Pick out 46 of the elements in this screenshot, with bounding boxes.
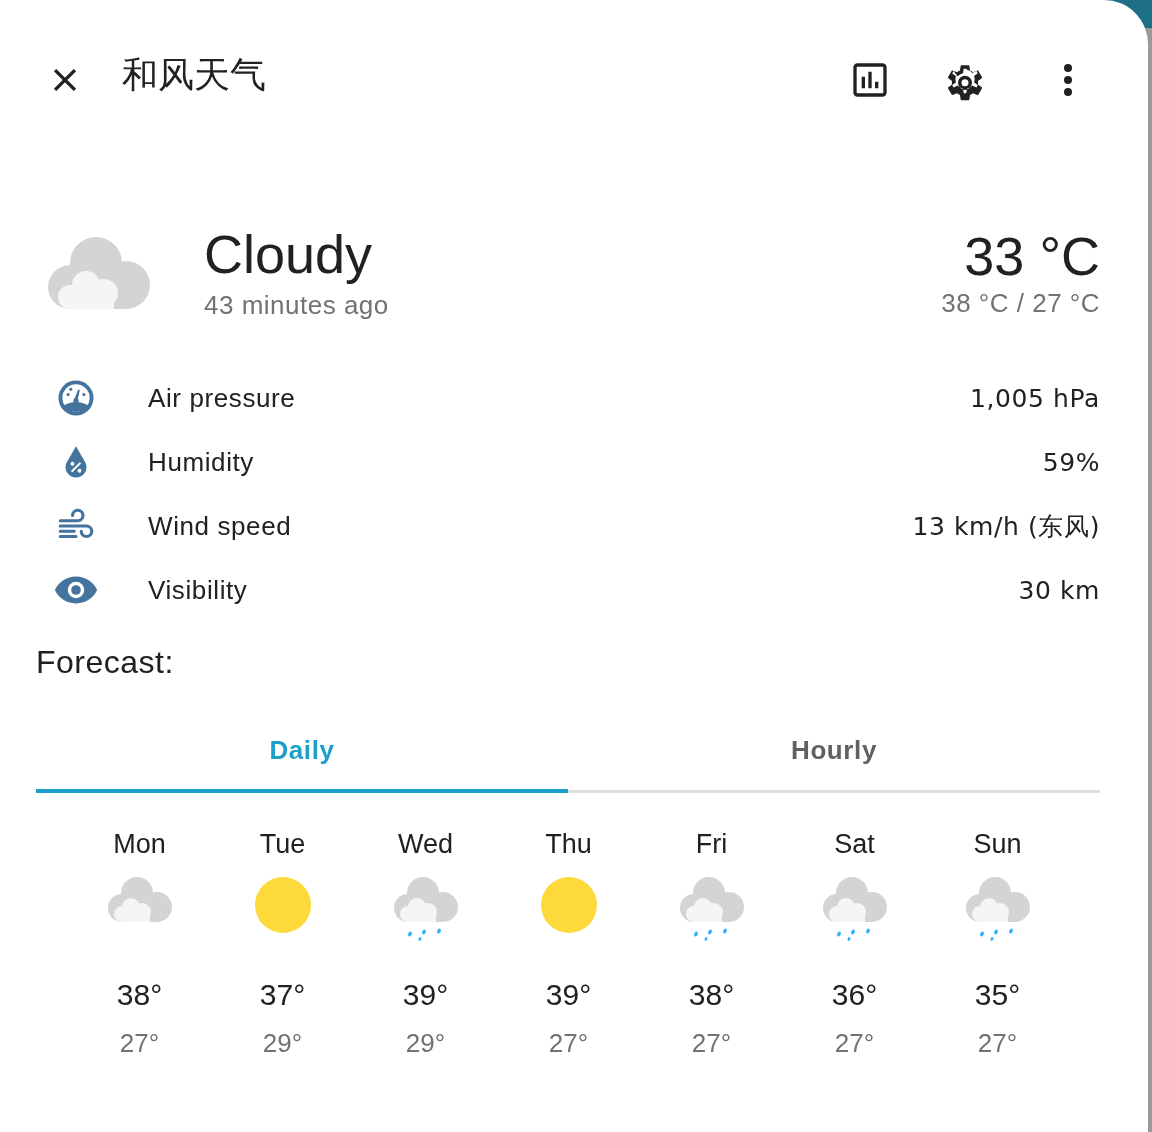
attribute-value: 30 km — [1018, 575, 1100, 605]
attribute-label: Visibility — [148, 574, 248, 606]
day-label: Sun — [973, 829, 1022, 860]
dialog-title: 和风天气 — [122, 52, 266, 97]
chart-icon[interactable] — [850, 60, 890, 100]
attribute-value: 1,005 hPa — [969, 383, 1100, 413]
sun-icon — [253, 876, 312, 934]
sun-icon — [539, 876, 598, 934]
rain-cloud-icon — [392, 876, 459, 944]
condition-text: Cloudy — [204, 222, 374, 286]
attribute-label: Wind speed — [148, 510, 292, 542]
day-label: Wed — [398, 829, 453, 860]
low-temperature: 27° — [691, 1028, 732, 1059]
attribute-label: Humidity — [148, 446, 254, 478]
temperature-range: 38 °C / 27 °C — [941, 287, 1100, 319]
high-temperature: 36° — [831, 978, 878, 1012]
rain-cloud-icon — [821, 876, 888, 944]
attribute-value: 59% — [1042, 447, 1100, 477]
attribute-label: Air pressure — [148, 382, 296, 414]
temperature: 33 °C — [964, 224, 1100, 288]
rain-cloud-icon — [964, 876, 1031, 944]
low-temperature: 29° — [405, 1028, 446, 1059]
attribute-value: 13 km/h (东风) — [912, 510, 1100, 543]
high-temperature: 35° — [974, 978, 1021, 1012]
high-temperature: 37° — [259, 978, 306, 1012]
rain-cloud-icon — [678, 876, 745, 944]
high-temperature: 38° — [688, 978, 735, 1012]
day-label: Fri — [695, 829, 728, 860]
cloud-icon — [106, 876, 173, 924]
day-label: Thu — [545, 829, 592, 860]
low-temperature: 27° — [977, 1028, 1018, 1059]
day-label: Tue — [259, 829, 306, 860]
more-options-icon[interactable] — [1062, 62, 1074, 98]
forecast-tab[interactable]: Hourly — [568, 711, 1100, 793]
day-label: Sat — [834, 829, 875, 860]
day-label: Mon — [113, 829, 166, 860]
eye-icon — [53, 574, 99, 606]
low-temperature: 29° — [262, 1028, 303, 1059]
low-temperature: 27° — [119, 1028, 160, 1059]
high-temperature: 39° — [545, 978, 592, 1012]
updated-time: 43 minutes ago — [204, 289, 389, 321]
high-temperature: 39° — [402, 978, 449, 1012]
low-temperature: 27° — [548, 1028, 589, 1059]
high-temperature: 38° — [116, 978, 163, 1012]
low-temperature: 27° — [834, 1028, 875, 1059]
forecast-heading: Forecast: — [36, 644, 175, 681]
